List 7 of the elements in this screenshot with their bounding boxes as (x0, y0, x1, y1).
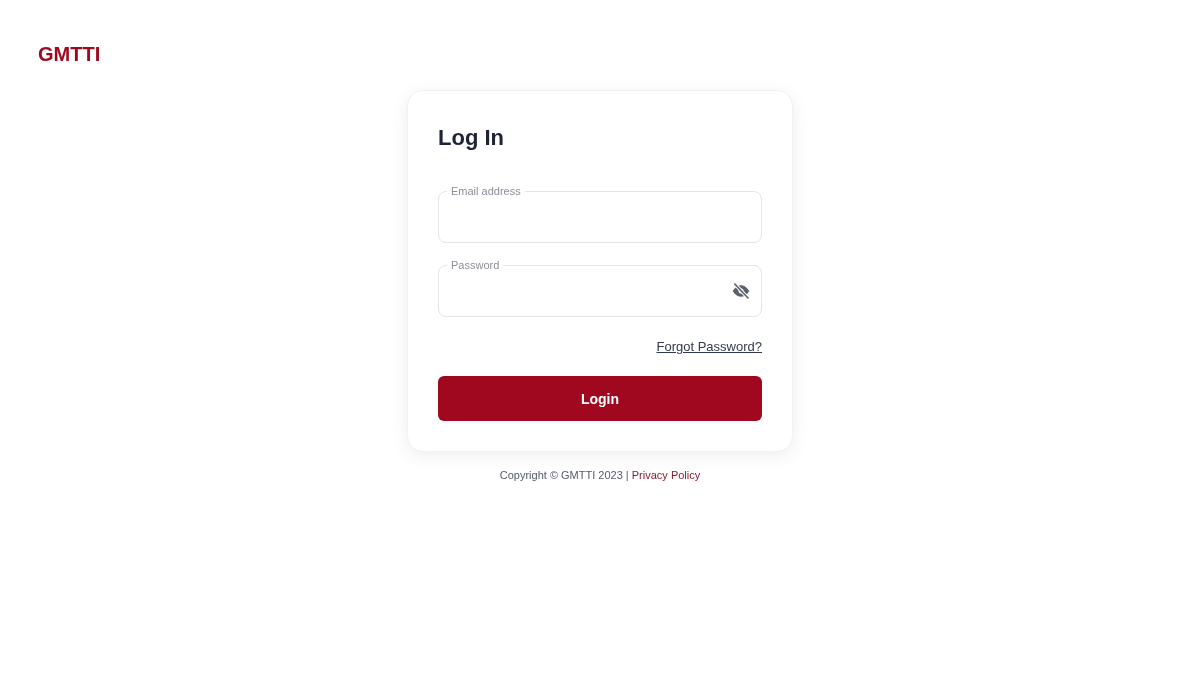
login-button[interactable]: Login (438, 376, 762, 421)
privacy-policy-link[interactable]: Privacy Policy (631, 469, 701, 481)
logo: GMTTI (38, 42, 101, 66)
card-title: Log In (438, 124, 504, 152)
forgot-password-link[interactable]: Forgot Password? (656, 339, 762, 354)
copyright-text: Copyright © GMTTI 2023 | (499, 469, 629, 481)
eye-slash-icon[interactable] (731, 281, 751, 301)
